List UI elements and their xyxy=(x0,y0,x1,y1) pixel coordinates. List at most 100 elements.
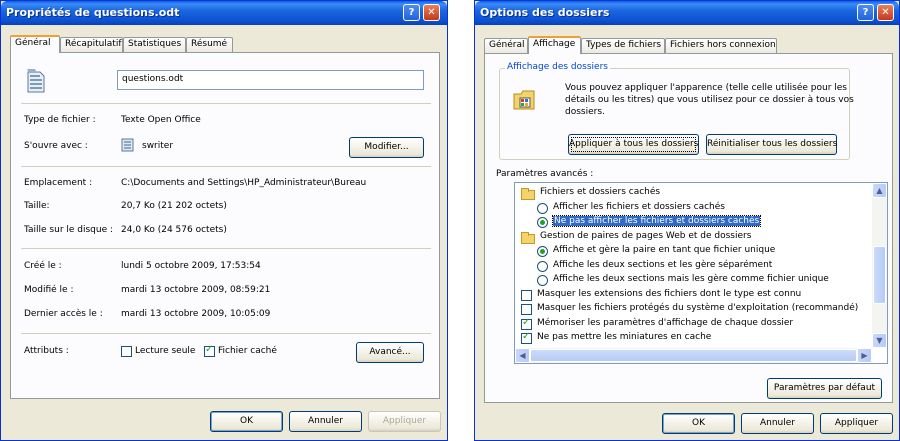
radio-button[interactable] xyxy=(537,202,548,214)
tree-item-label: Affiche les deux sections et les gère sé… xyxy=(553,259,773,270)
tab-summary[interactable]: Récapitulatif xyxy=(60,37,123,52)
tree-option[interactable]: Ne pas afficher les fichiers et dossiers… xyxy=(515,215,872,229)
display-tab-panel: Affichage des dossiers Vous pouvez appli… xyxy=(484,53,893,403)
tab-general[interactable]: Général xyxy=(484,38,528,53)
checkbox[interactable] xyxy=(521,304,532,315)
restore-defaults-button[interactable]: Paramètres par défaut xyxy=(767,378,882,399)
tree-option[interactable]: Affiche les deux sections et les gère sé… xyxy=(515,260,872,273)
separator xyxy=(21,248,431,249)
folder-icon xyxy=(521,188,535,200)
horizontal-scrollbar[interactable]: ◀ ▶ xyxy=(515,348,872,363)
radio-button[interactable] xyxy=(537,246,548,257)
settings-tree: Fichiers et dossiers cachés Afficher les … xyxy=(515,183,872,348)
apply-button[interactable]: Appliquer xyxy=(368,411,441,432)
opens-with-label: S'ouvre avec : xyxy=(24,141,88,151)
size-label: Taille: xyxy=(24,201,50,211)
tree-option[interactable]: Affiche les deux sections mais les gère … xyxy=(515,274,872,287)
radio-button[interactable] xyxy=(537,217,548,228)
tree-option[interactable]: Masquer les fichiers protégés du système… xyxy=(515,303,872,316)
tree-option[interactable]: Ne pas mettre les miniatures en cache xyxy=(515,331,872,345)
tree-option[interactable]: Mémoriser les paramètres d'affichage de … xyxy=(515,317,872,331)
title-bar[interactable]: Options des dossiers ? ✕ xyxy=(475,1,899,25)
window-title: Propriétés de questions.odt xyxy=(6,6,180,19)
separator xyxy=(21,166,431,167)
tree-item-label: Affiche et gère la paire en tant que fic… xyxy=(553,245,776,255)
tab-resume[interactable]: Résumé xyxy=(186,37,233,52)
apply-all-folders-button[interactable]: Appliquer à tous les dossiers xyxy=(568,134,699,155)
title-bar[interactable]: Propriétés de questions.odt ? ✕ xyxy=(1,1,447,25)
tree-option[interactable]: Afficher les fichiers et dossiers cachés xyxy=(515,202,872,215)
separator xyxy=(21,333,431,334)
file-type-label: Type de fichier : xyxy=(24,115,96,125)
tree-option[interactable]: Masquer les extensions des fichiers dont… xyxy=(515,289,872,302)
folder-options-window: Options des dossiers ? ✕ Général Afficha… xyxy=(474,0,900,441)
scroll-right-button[interactable]: ▶ xyxy=(857,348,872,363)
accessed-label: Dernier accès le : xyxy=(24,309,103,319)
tree-item-label: Fichiers et dossiers cachés xyxy=(540,187,661,197)
cancel-button[interactable]: Annuler xyxy=(289,411,362,432)
tree-item-label: Ne pas afficher les fichiers et dossiers… xyxy=(551,215,762,227)
scroll-down-button[interactable]: ▼ xyxy=(872,333,887,348)
created-value: lundi 5 octobre 2009, 17:53:54 xyxy=(121,261,261,271)
location-value: C:\Documents and Settings\HP_Administrat… xyxy=(121,178,367,188)
advanced-button[interactable]: Avancé... xyxy=(356,342,424,363)
tree-option[interactable]: Affiche et gère la paire en tant que fic… xyxy=(515,245,872,258)
folder-view-icon xyxy=(512,87,538,113)
checkbox[interactable] xyxy=(521,317,532,330)
tab-display[interactable]: Affichage xyxy=(528,36,581,54)
document-icon xyxy=(25,67,47,93)
swriter-icon xyxy=(121,138,135,152)
scroll-thumb[interactable] xyxy=(873,246,886,304)
readonly-checkbox[interactable] xyxy=(121,346,132,357)
radio-button[interactable] xyxy=(537,260,548,272)
tree-group: Gestion de paires de pages Web et de dos… xyxy=(515,231,872,244)
tab-offline-files[interactable]: Fichiers hors connexion xyxy=(665,38,777,53)
folder-view-group-title: Affichage des dossiers xyxy=(505,62,610,72)
ok-button[interactable]: OK xyxy=(210,411,283,432)
folder-view-description: Vous pouvez appliquer l'apparence (telle… xyxy=(565,83,854,117)
checkbox[interactable] xyxy=(521,289,532,301)
apply-button[interactable]: Appliquer xyxy=(820,413,893,434)
scroll-thumb-horizontal[interactable] xyxy=(530,349,857,362)
advanced-settings-label: Paramètres avancés : xyxy=(496,169,594,179)
accessed-value: mardi 13 octobre 2009, 10:05:09 xyxy=(121,309,271,319)
location-label: Emplacement : xyxy=(24,178,93,188)
scroll-left-button[interactable]: ◀ xyxy=(515,348,530,363)
reset-all-folders-button[interactable]: Réinitialiser tous les dossiers xyxy=(706,134,837,155)
tree-item-label: Masquer les extensions des fichiers dont… xyxy=(537,288,802,299)
tab-general[interactable]: Général xyxy=(10,35,60,53)
filename-field[interactable]: questions.odt xyxy=(117,70,424,90)
modify-button[interactable]: Modifier... xyxy=(349,137,424,158)
ok-button[interactable]: OK xyxy=(662,413,735,434)
tree-item-label: Affiche les deux sections mais les gère … xyxy=(553,274,829,284)
folder-icon xyxy=(521,231,535,244)
hidden-label: Fichier caché xyxy=(218,346,277,356)
hidden-checkbox[interactable] xyxy=(204,344,215,357)
window-title: Options des dossiers xyxy=(480,6,610,19)
close-button[interactable]: ✕ xyxy=(877,4,894,21)
vertical-scrollbar[interactable]: ▲ ▼ xyxy=(872,183,887,348)
radio-button[interactable] xyxy=(537,275,548,286)
file-properties-window: Propriétés de questions.odt ? ✕ Général … xyxy=(0,0,448,441)
scroll-up-button[interactable]: ▲ xyxy=(872,183,887,198)
file-type-value: Texte Open Office xyxy=(121,115,201,125)
created-label: Créé le : xyxy=(24,261,62,271)
tree-item-label: Masquer les fichiers protégés du système… xyxy=(537,303,859,313)
cancel-button[interactable]: Annuler xyxy=(741,413,814,434)
opens-with-value: swriter xyxy=(142,141,174,151)
disk-size-value: 24,0 Ko (24 576 octets) xyxy=(121,225,227,235)
advanced-settings-list[interactable]: Fichiers et dossiers cachés Afficher les … xyxy=(514,182,888,364)
general-tab-panel: questions.odt Type de fichier : Texte Op… xyxy=(10,52,440,399)
help-button[interactable]: ? xyxy=(403,4,420,21)
tab-statistics[interactable]: Statistiques xyxy=(123,37,186,52)
tab-file-types[interactable]: Types de fichiers xyxy=(581,38,665,53)
tree-item-label: Gestion de paires de pages Web et de dos… xyxy=(540,230,752,241)
tree-item-label: Mémoriser les paramètres d'affichage de … xyxy=(537,317,794,328)
separator xyxy=(21,103,431,104)
help-button[interactable]: ? xyxy=(857,4,874,21)
tree-group: Fichiers et dossiers cachés xyxy=(515,187,872,200)
close-button[interactable]: ✕ xyxy=(423,4,440,21)
size-value: 20,7 Ko (21 202 octets) xyxy=(121,201,227,211)
checkbox[interactable] xyxy=(521,331,532,344)
readonly-label: Lecture seule xyxy=(135,346,196,356)
